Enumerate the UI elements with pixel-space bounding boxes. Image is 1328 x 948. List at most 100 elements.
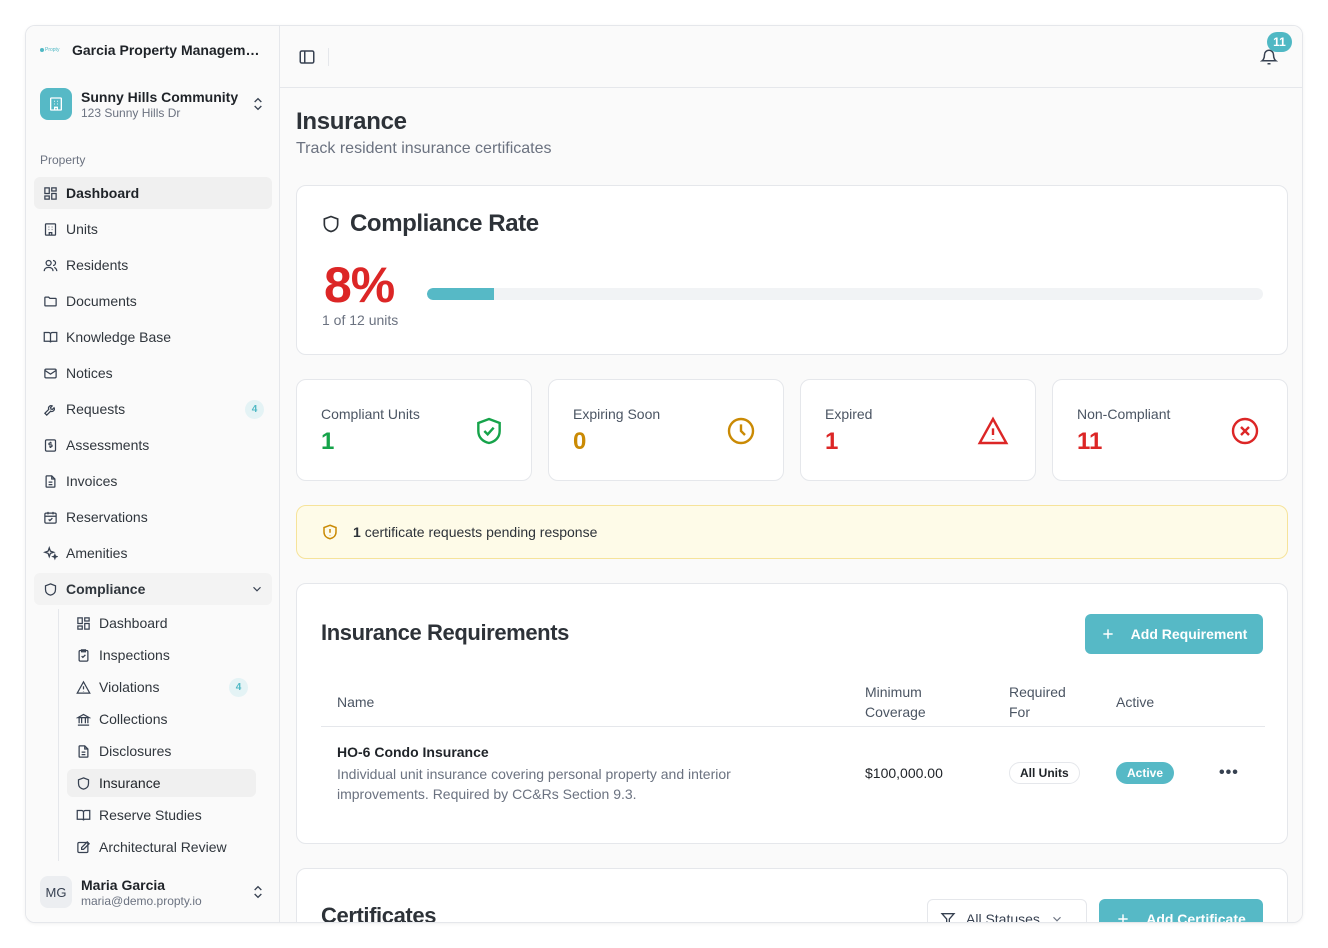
alert-triangle-icon bbox=[977, 416, 1009, 445]
sidebar-item-assessments[interactable]: Assessments bbox=[34, 429, 272, 461]
pending-requests-alert: 1 certificate requests pending response bbox=[296, 505, 1288, 559]
subnav-item-label: Architectural Review bbox=[99, 839, 227, 855]
mail-icon bbox=[42, 365, 58, 381]
violations-count-badge: 4 bbox=[229, 677, 248, 697]
subnav-item-label: Inspections bbox=[99, 647, 170, 663]
folder-icon bbox=[42, 293, 58, 309]
plus-icon bbox=[1118, 914, 1128, 922]
stat-value: 1 bbox=[825, 428, 839, 455]
notification-count-badge: 11 bbox=[1267, 32, 1292, 52]
shield-icon bbox=[323, 215, 339, 233]
sidebar-group-compliance[interactable]: Compliance bbox=[34, 573, 272, 605]
add-requirement-button[interactable]: Add Requirement bbox=[1085, 614, 1263, 654]
org-name: Garcia Property Management bbox=[72, 42, 264, 58]
calendar-icon bbox=[42, 509, 58, 525]
filter-icon bbox=[940, 913, 956, 922]
user-email: maria@demo.propty.io bbox=[81, 893, 202, 908]
sidebar-item-reservations[interactable]: Reservations bbox=[34, 501, 272, 533]
subnav-item-label: Dashboard bbox=[99, 615, 168, 631]
status-filter-value: All Statuses bbox=[966, 911, 1040, 923]
subnav-item-violations[interactable]: Violations 4 bbox=[67, 673, 256, 701]
sidebar-item-label: Dashboard bbox=[66, 185, 140, 201]
column-header-name: Name bbox=[337, 694, 375, 710]
table-header-divider bbox=[321, 726, 1265, 727]
sidebar-item-invoices[interactable]: Invoices bbox=[34, 465, 272, 497]
page-title: Insurance bbox=[296, 108, 407, 135]
compliance-units: 1 of 12 units bbox=[322, 312, 399, 328]
sidebar-item-label: Knowledge Base bbox=[66, 329, 172, 345]
compliance-progress-fill bbox=[427, 288, 494, 300]
subnav-item-label: Collections bbox=[99, 711, 168, 727]
topbar: 11 bbox=[280, 26, 1302, 88]
clock-icon bbox=[727, 417, 755, 445]
sidebar-item-residents[interactable]: Residents bbox=[34, 249, 272, 281]
landmark-icon bbox=[75, 711, 91, 727]
table-row: HO-6 Condo Insurance Individual unit ins… bbox=[337, 744, 807, 804]
edit-icon bbox=[75, 839, 91, 855]
stat-card-expired: Expired 1 bbox=[800, 379, 1036, 481]
sidebar: Propty Garcia Property Management Sunny … bbox=[26, 26, 280, 922]
sidebar-nav: Dashboard Units Residents Documents Know… bbox=[34, 177, 272, 865]
requests-count-badge: 4 bbox=[245, 399, 264, 419]
file-text-icon bbox=[75, 743, 91, 759]
sidebar-item-label: Requests bbox=[66, 401, 126, 417]
subnav-item-architectural-review[interactable]: Architectural Review bbox=[67, 833, 256, 861]
sidebar-item-label: Amenities bbox=[66, 545, 128, 561]
community-switcher[interactable]: Sunny Hills Community 123 Sunny Hills Dr bbox=[40, 88, 266, 120]
sidebar-toggle-icon[interactable] bbox=[298, 48, 316, 66]
subnav-item-label: Reserve Studies bbox=[99, 807, 202, 823]
more-actions-icon[interactable]: ••• bbox=[1219, 764, 1239, 782]
insurance-requirements-card: Insurance Requirements Add Requirement N… bbox=[296, 583, 1288, 844]
sidebar-item-dashboard[interactable]: Dashboard bbox=[34, 177, 272, 209]
book-icon bbox=[42, 329, 58, 345]
subnav-item-reserve-studies[interactable]: Reserve Studies bbox=[67, 801, 256, 829]
users-icon bbox=[42, 257, 58, 273]
compliance-progress-bar bbox=[427, 288, 1263, 300]
toolbar-divider bbox=[328, 48, 329, 66]
subnav-item-inspections[interactable]: Inspections bbox=[67, 641, 256, 669]
subnav-item-collections[interactable]: Collections bbox=[67, 705, 256, 733]
plus-icon bbox=[1102, 629, 1113, 639]
org-switcher[interactable]: Propty Garcia Property Management bbox=[40, 42, 270, 58]
subnav-item-disclosures[interactable]: Disclosures bbox=[67, 737, 256, 765]
add-certificate-button[interactable]: Add Certificate bbox=[1099, 899, 1263, 923]
sidebar-item-label: Assessments bbox=[66, 437, 150, 453]
requirement-name: HO-6 Condo Insurance bbox=[337, 744, 489, 760]
subnav-item-label: Violations bbox=[99, 679, 160, 695]
x-circle-icon bbox=[1231, 417, 1259, 445]
layout-grid-icon bbox=[75, 615, 91, 631]
sidebar-section-label: Property bbox=[40, 153, 86, 167]
shield-icon bbox=[42, 581, 58, 597]
sidebar-item-label: Reservations bbox=[66, 509, 148, 525]
stat-value: 0 bbox=[573, 428, 587, 455]
subnav-item-insurance[interactable]: Insurance bbox=[67, 769, 256, 797]
sidebar-item-amenities[interactable]: Amenities bbox=[34, 537, 272, 569]
stat-label: Compliant Units bbox=[321, 406, 420, 422]
column-header-active: Active bbox=[1116, 694, 1155, 710]
requirement-coverage: $100,000.00 bbox=[865, 765, 943, 781]
file-icon bbox=[42, 473, 58, 489]
subnav-item-dashboard[interactable]: Dashboard bbox=[67, 609, 256, 637]
sidebar-item-units[interactable]: Units bbox=[34, 213, 272, 245]
sparkles-icon bbox=[42, 545, 58, 561]
clipboard-check-icon bbox=[75, 647, 91, 663]
sidebar-item-label: Documents bbox=[66, 293, 137, 309]
sidebar-item-documents[interactable]: Documents bbox=[34, 285, 272, 317]
shield-check-icon bbox=[477, 417, 501, 445]
required-for-badge: All Units bbox=[1009, 762, 1080, 784]
book-icon bbox=[75, 807, 91, 823]
stat-label: Expiring Soon bbox=[573, 406, 661, 422]
sidebar-item-knowledge-base[interactable]: Knowledge Base bbox=[34, 321, 272, 353]
user-menu[interactable]: MG Maria Garcia maria@demo.propty.io bbox=[40, 876, 266, 908]
chevron-down-icon bbox=[253, 586, 261, 592]
sidebar-item-label: Residents bbox=[66, 257, 129, 273]
sidebar-item-requests[interactable]: Requests 4 bbox=[34, 393, 272, 425]
add-certificate-label: Add Certificate bbox=[1146, 911, 1246, 923]
sidebar-item-notices[interactable]: Notices bbox=[34, 357, 272, 389]
status-filter-select[interactable]: All Statuses bbox=[927, 899, 1087, 923]
alert-count: 1 bbox=[353, 524, 361, 540]
layout-grid-icon bbox=[42, 185, 58, 201]
main-content: 11 Insurance Track resident insurance ce… bbox=[280, 26, 1302, 923]
community-name: Sunny Hills Community bbox=[81, 88, 239, 105]
column-header-required-for: Required For bbox=[1009, 684, 1066, 720]
